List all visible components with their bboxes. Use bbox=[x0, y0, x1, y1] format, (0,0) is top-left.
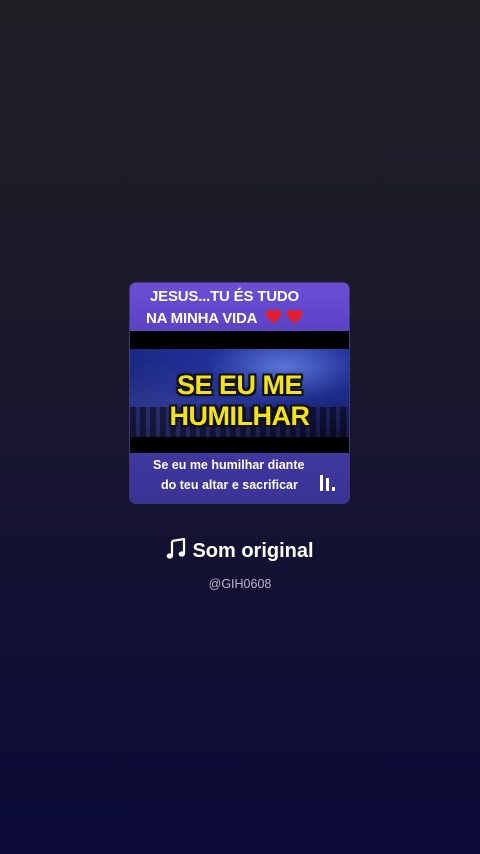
music-note-icon bbox=[167, 538, 186, 559]
cover-header-line-2-text: NA MINHA VIDA bbox=[146, 310, 257, 327]
cover-header-line-2: NA MINHA VIDA bbox=[130, 310, 349, 328]
video-title-line-2: HUMILHAR bbox=[169, 401, 310, 431]
heart-icon bbox=[266, 310, 280, 324]
cover-header: JESUS...TU ÉS TUDO NA MINHA VIDA bbox=[130, 283, 349, 331]
cover-header-line-1: JESUS...TU ÉS TUDO bbox=[150, 288, 299, 305]
video-thumbnail: SE EU ME HUMILHAR bbox=[130, 331, 349, 453]
lyrics-line-1: Se eu me humilhar diante bbox=[153, 458, 305, 472]
audio-cover-card[interactable]: JESUS...TU ÉS TUDO NA MINHA VIDA SE EU M… bbox=[130, 283, 349, 503]
stage-image: SE EU ME HUMILHAR bbox=[130, 349, 349, 437]
heart-icon bbox=[287, 310, 301, 324]
hearts-icon bbox=[265, 310, 303, 328]
lyrics-box: Se eu me humilhar diante do teu altar e … bbox=[130, 453, 349, 503]
lyrics-line-2: do teu altar e sacrificar bbox=[161, 478, 298, 492]
sound-title: Som original bbox=[192, 540, 314, 562]
creator-handle[interactable]: @GIH0608 bbox=[0, 577, 480, 591]
equalizer-icon bbox=[320, 475, 338, 491]
video-title-line-1: SE EU ME bbox=[176, 370, 303, 400]
sound-title-row[interactable]: Som original bbox=[0, 538, 480, 563]
